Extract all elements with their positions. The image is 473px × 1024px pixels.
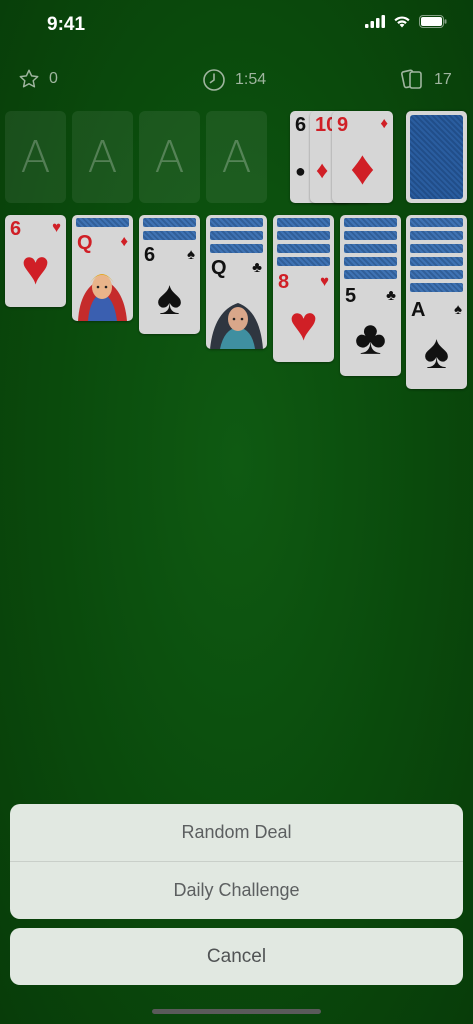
card-rank: Q bbox=[211, 257, 227, 279]
facedown-card-edge bbox=[410, 231, 463, 240]
card-suit-large: ♠ bbox=[156, 272, 183, 325]
facedown-card-edge bbox=[344, 244, 397, 253]
tableau-card[interactable]: 6 ♠ ♠ bbox=[139, 215, 200, 334]
foundation-slot-2[interactable]: A bbox=[72, 111, 133, 203]
card-suit-large: ♥ bbox=[21, 242, 50, 295]
tableau-card[interactable]: 8 ♥ ♥ bbox=[273, 215, 334, 362]
card-rank: 5 bbox=[345, 285, 357, 307]
card-rank: 8 bbox=[278, 271, 290, 293]
status-bar: 9:41 bbox=[0, 0, 473, 50]
card-suit: ● bbox=[295, 161, 306, 181]
facedown-card-edge bbox=[277, 231, 330, 240]
facedown-card-edge bbox=[344, 270, 397, 279]
card-suit-large: ♣ bbox=[354, 312, 387, 365]
card-back-pattern bbox=[410, 115, 463, 199]
cards-icon bbox=[401, 69, 422, 89]
facedown-card-edge bbox=[344, 218, 397, 227]
timer-stat: 1:54 bbox=[202, 68, 266, 92]
card-suit-small: ♠ bbox=[454, 301, 462, 318]
card-suit-small: ♦ bbox=[120, 233, 128, 250]
cellular-signal-icon bbox=[365, 15, 385, 28]
tableau-card[interactable]: 6 ♥ ♥ bbox=[5, 215, 66, 307]
card-suit-large: ♦ bbox=[350, 142, 375, 195]
random-deal-button[interactable]: Random Deal bbox=[10, 804, 463, 861]
stock-pile[interactable] bbox=[406, 111, 467, 203]
star-icon bbox=[19, 69, 39, 88]
card-rank: 6 bbox=[295, 114, 307, 136]
card-suit-large: ♠ bbox=[423, 326, 450, 379]
facedown-card-edge bbox=[277, 218, 330, 227]
timer-value: 1:54 bbox=[235, 71, 267, 88]
card-rank: A bbox=[411, 299, 426, 321]
tableau-card[interactable]: A ♠ ♠ bbox=[406, 215, 467, 389]
facedown-card-edge bbox=[210, 231, 263, 240]
card-rank: 6 bbox=[10, 218, 22, 240]
tableau-card[interactable]: Q ♦ bbox=[72, 215, 133, 321]
card-suit-small: ♠ bbox=[187, 246, 195, 263]
card-suit-small: ♣ bbox=[252, 259, 262, 276]
action-sheet-options: Random Deal Daily Challenge bbox=[10, 804, 463, 919]
status-time: 9:41 bbox=[47, 14, 86, 35]
facedown-card-edge bbox=[76, 218, 129, 227]
stock-stat: 17 bbox=[401, 68, 452, 92]
home-indicator bbox=[152, 1009, 321, 1014]
facedown-card-edge bbox=[344, 231, 397, 240]
facedown-card-edge bbox=[210, 218, 263, 227]
facedown-card-edge bbox=[344, 257, 397, 266]
action-sheet-cancel: Cancel bbox=[10, 928, 463, 985]
facedown-card-edge bbox=[143, 218, 196, 227]
card-rank: 6 bbox=[144, 244, 156, 266]
daily-challenge-button[interactable]: Daily Challenge bbox=[10, 862, 463, 919]
foundation-slot-3[interactable]: A bbox=[139, 111, 200, 203]
facedown-card-edge bbox=[277, 257, 330, 266]
foundation-slot-1[interactable]: A bbox=[5, 111, 66, 203]
score-value: 0 bbox=[49, 70, 58, 87]
queen-portrait-icon bbox=[210, 303, 263, 349]
wifi-icon bbox=[394, 16, 410, 28]
facedown-card-edge bbox=[410, 283, 463, 292]
facedown-card-edge bbox=[143, 231, 196, 240]
card-suit-small: ♣ bbox=[386, 287, 396, 304]
facedown-card-edge bbox=[410, 218, 463, 227]
card-suit-small: ♥ bbox=[320, 273, 329, 290]
tableau-card[interactable]: 5 ♣ ♣ bbox=[340, 215, 401, 376]
card-suit: ♦ bbox=[316, 157, 329, 184]
facedown-card-edge bbox=[277, 244, 330, 253]
card-rank: 9 bbox=[337, 114, 349, 136]
waste-top-card[interactable]: 9 ♦ ♦ bbox=[332, 111, 393, 203]
facedown-card-edge bbox=[410, 244, 463, 253]
status-icons bbox=[365, 15, 447, 28]
clock-icon bbox=[203, 69, 225, 91]
card-suit-large: ♥ bbox=[289, 298, 318, 351]
foundation-slot-4[interactable]: A bbox=[206, 111, 267, 203]
card-suit-small: ♦ bbox=[380, 115, 388, 132]
cancel-button[interactable]: Cancel bbox=[10, 928, 463, 985]
facedown-card-edge bbox=[410, 257, 463, 266]
card-suit-small: ♥ bbox=[52, 219, 61, 236]
battery-icon bbox=[419, 15, 447, 28]
score-stat: 0 bbox=[18, 68, 58, 90]
game-top-bar: 0 1:54 17 bbox=[0, 62, 473, 100]
stock-count: 17 bbox=[434, 71, 452, 88]
queen-portrait-icon bbox=[78, 274, 127, 321]
tableau-card[interactable]: Q ♣ bbox=[206, 215, 267, 349]
facedown-card-edge bbox=[410, 270, 463, 279]
card-rank: Q bbox=[77, 232, 93, 254]
facedown-card-edge bbox=[210, 244, 263, 253]
